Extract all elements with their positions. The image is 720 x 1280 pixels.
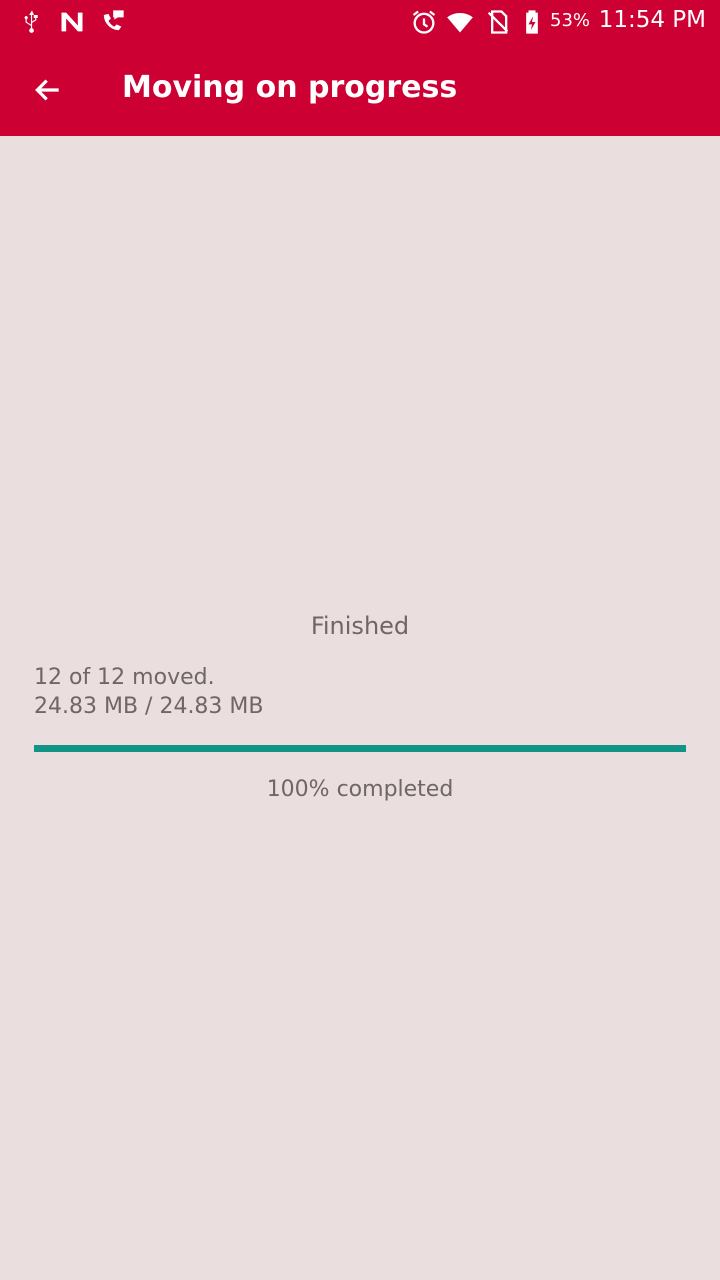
battery-charging-icon bbox=[518, 8, 546, 36]
status-bar: 53% 11:54 PM bbox=[0, 0, 720, 44]
status-time: 11:54 PM bbox=[598, 7, 706, 33]
app-bar: 53% 11:54 PM Moving on progress bbox=[0, 0, 720, 136]
progress-bar bbox=[34, 745, 686, 752]
arrow-left-icon bbox=[32, 74, 64, 106]
moved-count: 12 of 12 moved. bbox=[34, 665, 215, 690]
moved-size: 24.83 MB / 24.83 MB bbox=[34, 694, 264, 719]
n-app-icon bbox=[58, 8, 86, 36]
back-button[interactable] bbox=[22, 64, 74, 116]
wifi-icon bbox=[446, 8, 474, 36]
progress-status: Finished bbox=[310, 612, 410, 640]
no-sim-icon bbox=[484, 8, 512, 36]
call-message-icon bbox=[98, 8, 126, 36]
alarm-icon bbox=[410, 8, 438, 36]
page-title: Moving on progress bbox=[122, 70, 458, 105]
battery-percentage: 53% bbox=[550, 10, 591, 31]
progress-bar-fill bbox=[34, 745, 686, 752]
usb-icon bbox=[18, 8, 46, 36]
percent-completed: 100% completed bbox=[266, 777, 454, 802]
